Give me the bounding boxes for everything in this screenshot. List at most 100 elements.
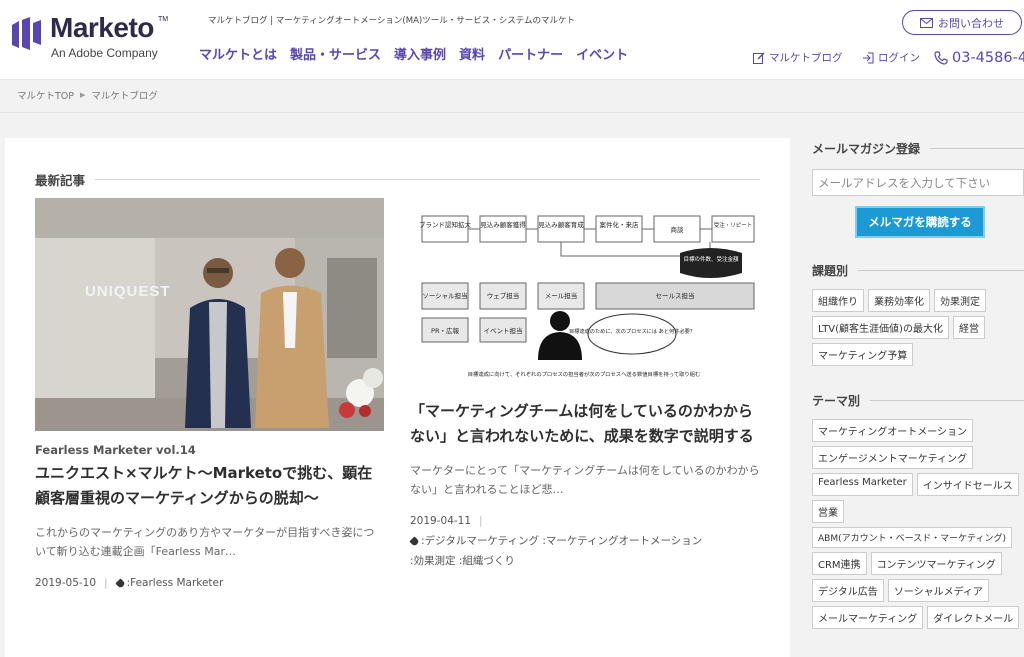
phone-icon [934, 51, 948, 65]
tag-link[interactable]: コンテンツマーケティング [870, 552, 1002, 575]
email-input[interactable]: メールアドレスを入力して下さい [812, 169, 1024, 196]
article-title[interactable]: 「マーケティングチームは何をしているのかわからない」と言われないために、成果を数… [410, 399, 760, 449]
mail-icon [920, 17, 933, 28]
nav-item-cases[interactable]: 導入事例 [394, 44, 446, 63]
diagram-owner-5: PR・広報 [431, 326, 459, 335]
article-card[interactable]: ブランド認知拡大 見込み顧客獲得 見込み顧客育成 案件化・来店 商談 受注・リピ… [409, 198, 760, 571]
subscribe-button[interactable]: メルマガを購読する [855, 206, 985, 238]
tag-link[interactable]: 効果測定 [934, 289, 986, 312]
article-tags-more[interactable]: :効果測定 :組織づくり [410, 555, 515, 567]
marketo-logo[interactable]: Marketo TM An Adobe Company [12, 12, 182, 64]
newsletter-heading: メールマガジン登録 [812, 140, 1024, 157]
blog-link[interactable]: マルケトブログ [753, 50, 843, 65]
newsletter-title: メールマガジン登録 [812, 142, 921, 156]
blog-link-label: マルケトブログ [769, 52, 843, 64]
logo-trademark: TM [158, 16, 169, 23]
article-tags[interactable]: :デジタルマーケティング :マーケティングオートメーション [421, 535, 702, 547]
section-title: 最新記事 [35, 173, 86, 188]
diagram-owner-1: ソーシャル担当 [422, 291, 467, 300]
article-meta: 2019-05-10 | :Fearless Marketer [35, 573, 385, 593]
tag-icon [114, 577, 126, 589]
article-card[interactable]: UNIQUEST Fearless Marketer vol.14 ユニクエスト… [35, 198, 385, 593]
sidebar: メールマガジン登録 メールアドレスを入力して下さい メルマガを購読する 課題別 … [812, 140, 1024, 629]
tag-link[interactable]: マーケティングオートメーション [812, 419, 973, 442]
diagram-owner-2: ウェブ担当 [487, 291, 520, 300]
tag-link[interactable]: 業務効率化 [868, 289, 930, 312]
tag-link[interactable]: 組織作り [812, 289, 864, 312]
diagram-owner-4: セールス担当 [656, 291, 695, 300]
breadcrumb: マルケトTOP ▶ マルケトブログ [17, 88, 158, 102]
nav-item-about[interactable]: マルケトとは [199, 44, 277, 63]
diagram-stage-1: ブランド認知拡大 [419, 220, 472, 229]
diagram-caption: 目標達成に向けて、それぞれのプロセスの担当者が次のプロセスへ送る数値目標を持って… [468, 370, 701, 378]
article-thumbnail-diagram[interactable]: ブランド認知拡大 見込み顧客獲得 見込み顧客育成 案件化・来店 商談 受注・リピ… [410, 198, 759, 383]
contact-button-label: お問い合わせ [938, 16, 1004, 30]
article-tags[interactable]: :Fearless Marketer [127, 577, 224, 589]
meta-separator: | [479, 515, 483, 527]
section-header: 最新記事 [35, 170, 760, 189]
article-excerpt: これからのマーケティングのあり方やマーケターが目指すべき姿について斬り込む連載企… [35, 526, 375, 558]
latest-articles-panel: 最新記事 UNIQUEST Fearless Marketer vol.14 ユ… [5, 138, 790, 657]
tag-link[interactable]: メールマーケティング [812, 606, 924, 629]
article-excerpt: マーケターにとって「マーケティングチームは何をしているのかわからない」と言われる… [410, 464, 760, 496]
by-theme-heading: テーマ別 [812, 392, 1024, 409]
article-series-label: Fearless Marketer vol.14 [35, 443, 196, 457]
meta-separator: | [104, 577, 108, 589]
breadcrumb-separator-icon: ▶ [80, 91, 86, 99]
login-icon [863, 52, 874, 63]
phone-number[interactable]: 03-4586-4 [934, 50, 1024, 66]
nav-item-events[interactable]: イベント [576, 44, 628, 63]
tag-icon [409, 535, 420, 547]
diagram-stage-5: 商談 [671, 225, 685, 234]
tag-link[interactable]: LTV(顧客生涯価値)の最大化 [812, 316, 949, 339]
tag-link[interactable]: 経営 [952, 316, 985, 339]
tag-link[interactable]: 営業 [812, 500, 844, 523]
tag-link[interactable]: マーケティング予算 [812, 343, 914, 366]
diagram-stage-6: 受注・リピート [714, 221, 753, 229]
edit-icon [753, 51, 765, 64]
site-header: Marketo TM An Adobe Company マルケトブログ | マー… [0, 0, 1024, 80]
logo-wordmark: Marketo [50, 12, 154, 43]
section-rule [95, 179, 760, 180]
article-title[interactable]: ユニクエスト×マルケト〜Marketoで挑む、顕在顧客層重視のマーケティングから… [35, 461, 385, 511]
article-date: 2019-04-11 [410, 515, 472, 527]
diagram-question-bubble: 目標達成のために、次のプロセスには あと何件必要？ [569, 327, 695, 335]
by-theme-title: テーマ別 [812, 394, 861, 408]
tag-link[interactable]: ダイレクトメール [927, 606, 1020, 629]
nav-item-resources[interactable]: 資料 [459, 44, 485, 63]
tag-link[interactable]: デジタル広告 [812, 579, 884, 602]
tag-link[interactable]: ABM(アカウント・ベースド・マーケティング) [812, 527, 1012, 548]
by-theme-tags: マーケティングオートメーション エンゲージメントマーケティング Fearless… [812, 419, 1024, 629]
marketo-logo-icon [12, 17, 41, 50]
tag-link[interactable]: インサイドセールス [916, 473, 1019, 496]
tag-link[interactable]: エンゲージメントマーケティング [812, 446, 973, 469]
breadcrumb-top[interactable]: マルケトTOP [17, 88, 74, 102]
breadcrumb-blog[interactable]: マルケトブログ [91, 88, 158, 102]
diagram-stage-4: 案件化・来店 [600, 220, 640, 229]
diagram-owner-6: イベント担当 [484, 326, 523, 335]
breadcrumb-divider [0, 112, 1024, 113]
logo-subtitle: An Adobe Company [51, 46, 158, 60]
phone-number-text: 03-4586-4 [952, 50, 1024, 66]
office-photo-image: UNIQUEST [35, 198, 384, 431]
nav-item-partners[interactable]: パートナー [498, 44, 563, 63]
login-link[interactable]: ログイン [862, 50, 920, 65]
article-thumbnail-photo[interactable]: UNIQUEST [35, 198, 384, 431]
login-link-label: ログイン [878, 52, 920, 64]
contact-button[interactable]: お問い合わせ [902, 10, 1022, 35]
article-date: 2019-05-10 [35, 577, 97, 589]
by-issue-tags: 組織作り 業務効率化 効果測定 LTV(顧客生涯価値)の最大化 経営 マーケティ… [812, 289, 1024, 366]
diagram-owner-3: メール担当 [545, 291, 578, 300]
diagram-stage-2: 見込み顧客獲得 [480, 220, 526, 229]
process-diagram-image: ブランド認知拡大 見込み顧客獲得 見込み顧客育成 案件化・来店 商談 受注・リピ… [419, 215, 755, 378]
photo-sign-text: UNIQUEST [85, 283, 171, 300]
tag-link[interactable]: Fearless Marketer [812, 473, 913, 496]
diagram-stage-3: 見込み顧客育成 [538, 220, 584, 229]
nav-item-products[interactable]: 製品・サービス [290, 44, 381, 63]
by-issue-title: 課題別 [812, 264, 849, 278]
tag-link[interactable]: CRM連携 [812, 552, 867, 575]
site-tagline: マルケトブログ | マーケティングオートメーション(MA)ツール・サービス・シス… [208, 16, 575, 26]
main-nav: マルケトとは 製品・サービス 導入事例 資料 パートナー イベント [199, 44, 628, 63]
diagram-target-bubble: 目標の件数、受注金額 [683, 255, 739, 263]
tag-link[interactable]: ソーシャルメディア [887, 579, 989, 602]
